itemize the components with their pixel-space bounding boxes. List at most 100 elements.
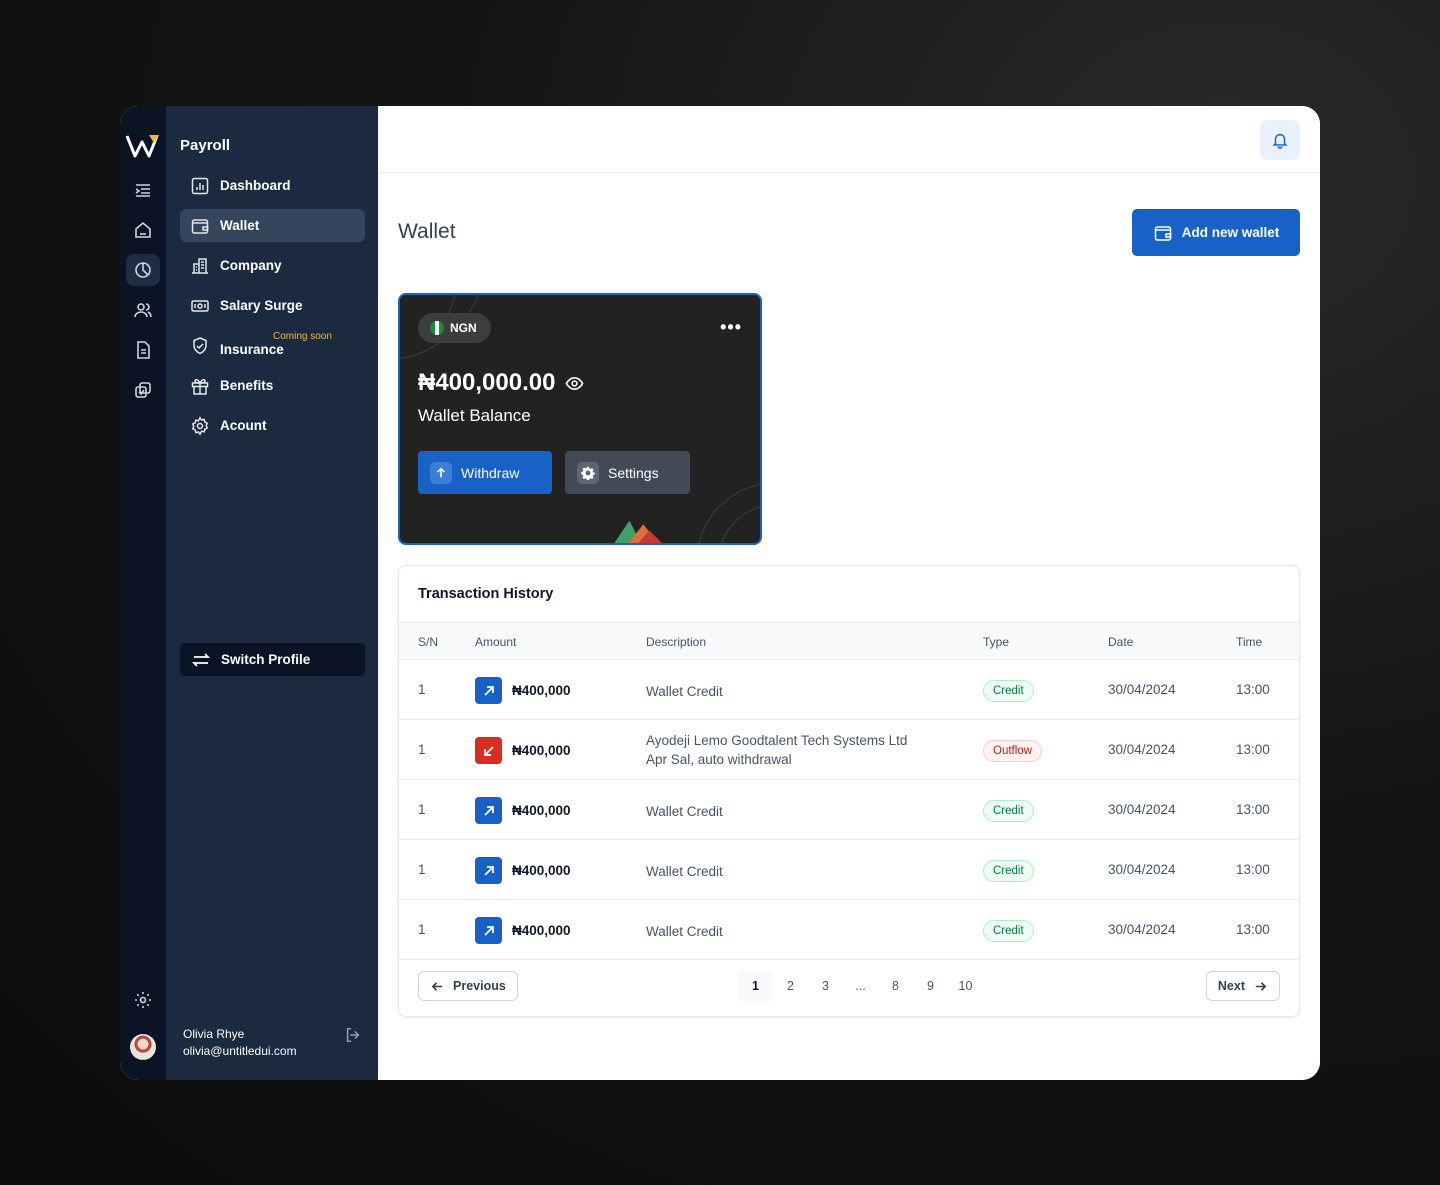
cell-amount: ₦400,000 — [475, 797, 571, 824]
user-avatar[interactable] — [130, 1034, 156, 1060]
cell-description: Wallet Credit — [646, 922, 723, 941]
gear-icon — [191, 415, 209, 436]
cell-amount: ₦400,000 — [475, 917, 571, 944]
table-row[interactable]: 1 ₦400,000 Wallet Credit Credit 30/04/20… — [399, 840, 1299, 900]
table-title: Transaction History — [399, 566, 1299, 623]
page-number[interactable]: 10 — [948, 969, 983, 1002]
page-number[interactable]: 2 — [773, 969, 808, 1002]
gear-icon — [577, 461, 599, 484]
sidebar-item-insurance[interactable]: Insurance Coming soon — [180, 329, 365, 362]
column-header: Time — [1236, 635, 1263, 649]
cell-amount: ₦400,000 — [475, 677, 571, 704]
cell-date: 30/04/2024 — [1108, 922, 1176, 937]
status-badge: Credit — [983, 860, 1034, 882]
brand-logo — [125, 135, 159, 158]
table-row[interactable]: 1 ₦400,000 Wallet Credit Credit 30/04/20… — [399, 660, 1299, 720]
sidebar-item-company[interactable]: Company — [180, 249, 365, 282]
status-badge: Credit — [983, 800, 1034, 822]
wallet-balance-label: Wallet Balance — [418, 406, 531, 425]
amount-value: ₦400,000 — [512, 863, 571, 878]
coming-soon-badge: Coming soon — [273, 331, 332, 342]
icon-rail — [120, 106, 166, 1080]
next-label: Next — [1217, 979, 1245, 993]
sidebar-item-label: Dashboard — [220, 178, 291, 193]
sidebar-item-label: Company — [220, 258, 282, 273]
arrow-up-right-icon — [475, 917, 502, 944]
amount-value: ₦400,000 — [512, 683, 571, 698]
home-icon[interactable] — [126, 214, 160, 246]
arrow-up-right-icon — [475, 677, 502, 704]
cash-icon — [191, 299, 209, 312]
switch-profile-button[interactable]: Switch Profile — [180, 643, 365, 676]
page-number[interactable]: 9 — [913, 969, 948, 1002]
settings-gear-icon[interactable] — [126, 984, 160, 1016]
table-row[interactable]: 1 ₦400,000 Wallet Credit Credit 30/04/20… — [399, 780, 1299, 840]
previous-label: Previous — [453, 979, 506, 993]
cell-time: 13:00 — [1236, 922, 1270, 937]
column-header: Description — [646, 635, 707, 649]
table-row[interactable]: 1 ₦400,000 Ayodeji Lemo Goodtalent Tech … — [399, 720, 1299, 780]
shield-icon — [193, 336, 207, 354]
more-options-icon[interactable]: ••• — [720, 317, 742, 338]
page-number[interactable]: 3 — [808, 969, 843, 1002]
description-line: Wallet Credit — [646, 864, 723, 879]
add-new-wallet-button[interactable]: Add new wallet — [1132, 209, 1300, 256]
cell-sn: 1 — [418, 802, 426, 817]
previous-page-button[interactable]: Previous — [418, 971, 518, 1001]
status-badge: Credit — [983, 680, 1034, 702]
pagination: Previous 1 2 3 ... 8 9 10 Next — [399, 959, 1299, 1016]
cell-date: 30/04/2024 — [1108, 682, 1176, 697]
status-badge: Credit — [983, 920, 1034, 942]
wallet-icon — [191, 218, 209, 234]
arrow-up-right-icon — [475, 797, 502, 824]
arrow-down-left-icon — [475, 737, 502, 764]
cell-date: 30/04/2024 — [1108, 802, 1176, 817]
table-row[interactable]: 1 ₦400,000 Wallet Credit Credit 30/04/20… — [399, 900, 1299, 960]
page-number[interactable]: 1 — [738, 969, 773, 1002]
withdraw-label: Withdraw — [461, 464, 520, 481]
description-line: Wallet Credit — [646, 924, 723, 939]
eye-icon[interactable] — [565, 374, 584, 393]
cell-amount: ₦400,000 — [475, 737, 571, 764]
sidebar-item-benefits[interactable]: Benefits — [180, 369, 365, 402]
menu-toggle-icon[interactable] — [126, 174, 160, 206]
app-window: Payroll Dashboard Wallet Company Salary … — [120, 106, 1320, 1080]
cell-sn: 1 — [418, 742, 426, 757]
sidebar-item-label: Insurance — [220, 342, 284, 357]
wallet-settings-button[interactable]: Settings — [565, 451, 690, 494]
arrow-left-icon — [431, 981, 443, 991]
currency-chip[interactable]: NGN — [418, 313, 491, 343]
cell-date: 30/04/2024 — [1108, 742, 1176, 757]
sidebar-item-account[interactable]: Acount — [180, 409, 365, 442]
main-content: Wallet Add new wallet NGN ••• ₦400,000.0… — [378, 106, 1320, 1080]
section-title: Payroll — [180, 137, 231, 154]
users-icon[interactable] — [126, 294, 160, 326]
sidebar-item-salary-surge[interactable]: Salary Surge — [180, 289, 365, 322]
wallet-amount: ₦400,000.00 — [418, 369, 584, 397]
logout-icon[interactable] — [344, 1026, 362, 1044]
cell-description: Wallet Credit — [646, 802, 723, 821]
sidebar-item-label: Acount — [220, 418, 267, 433]
cell-sn: 1 — [418, 862, 426, 877]
cell-time: 13:00 — [1236, 862, 1270, 877]
user-email: olivia@untitledui.com — [183, 1044, 297, 1058]
sidebar-nav: Payroll Dashboard Wallet Company Salary … — [166, 106, 378, 1080]
pie-chart-icon[interactable] — [126, 254, 160, 286]
cell-description: Wallet Credit — [646, 682, 723, 701]
copy-check-icon[interactable] — [126, 374, 160, 406]
page-number[interactable]: 8 — [878, 969, 913, 1002]
notification-bell-icon[interactable] — [1260, 120, 1300, 160]
cell-time: 13:00 — [1236, 682, 1270, 697]
sidebar-item-label: Benefits — [220, 378, 274, 393]
description-line-2: Apr Sal, auto withdrawal — [646, 752, 792, 767]
cell-sn: 1 — [418, 922, 426, 937]
next-page-button[interactable]: Next — [1205, 971, 1280, 1001]
document-icon[interactable] — [126, 334, 160, 366]
cell-amount: ₦400,000 — [475, 857, 571, 884]
amount-value: ₦400,000 — [512, 743, 571, 758]
sidebar-item-dashboard[interactable]: Dashboard — [180, 169, 365, 202]
page-title: Wallet — [398, 220, 456, 243]
cell-description: Wallet Credit — [646, 862, 723, 881]
withdraw-button[interactable]: Withdraw — [418, 451, 552, 494]
sidebar-item-wallet[interactable]: Wallet — [180, 209, 365, 242]
